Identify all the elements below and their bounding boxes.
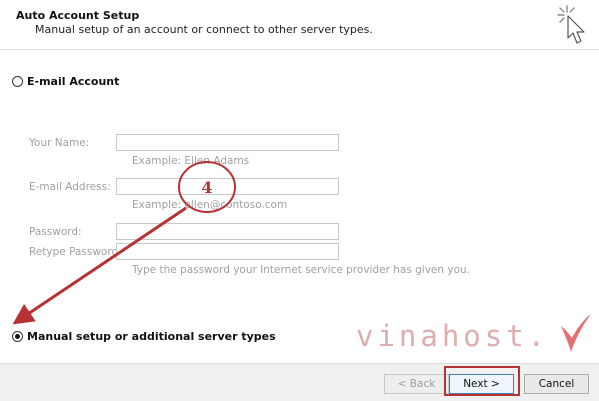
- your-name-label: Your Name:: [29, 137, 90, 149]
- password-hint: Type the password your Internet service …: [132, 264, 470, 276]
- email-address-hint: Example: ellen@contoso.com: [132, 199, 288, 211]
- email-address-label: E-mail Address:: [29, 181, 111, 193]
- header-title: Auto Account Setup: [16, 9, 140, 22]
- retype-password-field[interactable]: [116, 243, 339, 260]
- header-subtitle: Manual setup of an account or connect to…: [35, 23, 373, 36]
- email-address-field[interactable]: [116, 178, 339, 195]
- manual-setup-option[interactable]: Manual setup or additional server types: [12, 330, 276, 343]
- dialog-body: [0, 50, 599, 363]
- back-button[interactable]: < Back: [384, 374, 449, 394]
- email-account-radio[interactable]: [12, 76, 23, 87]
- dialog-header: Auto Account Setup Manual setup of an ac…: [0, 0, 599, 50]
- password-label: Password:: [29, 226, 82, 238]
- watermark-text: vinahost.: [356, 319, 550, 353]
- your-name-hint: Example: Ellen Adams: [132, 155, 250, 167]
- wizard-cursor-icon: [557, 5, 585, 44]
- manual-setup-label: Manual setup or additional server types: [27, 330, 276, 343]
- your-name-field[interactable]: [116, 134, 339, 151]
- next-button-highlight: [444, 366, 520, 396]
- email-account-label: E-mail Account: [27, 75, 120, 88]
- retype-password-label: Retype Password:: [29, 246, 122, 258]
- cancel-button[interactable]: Cancel: [524, 374, 589, 394]
- email-account-option[interactable]: E-mail Account: [12, 75, 119, 88]
- checkmark-logo-icon: [561, 314, 591, 352]
- manual-setup-radio[interactable]: [12, 331, 23, 342]
- password-field[interactable]: [116, 223, 339, 240]
